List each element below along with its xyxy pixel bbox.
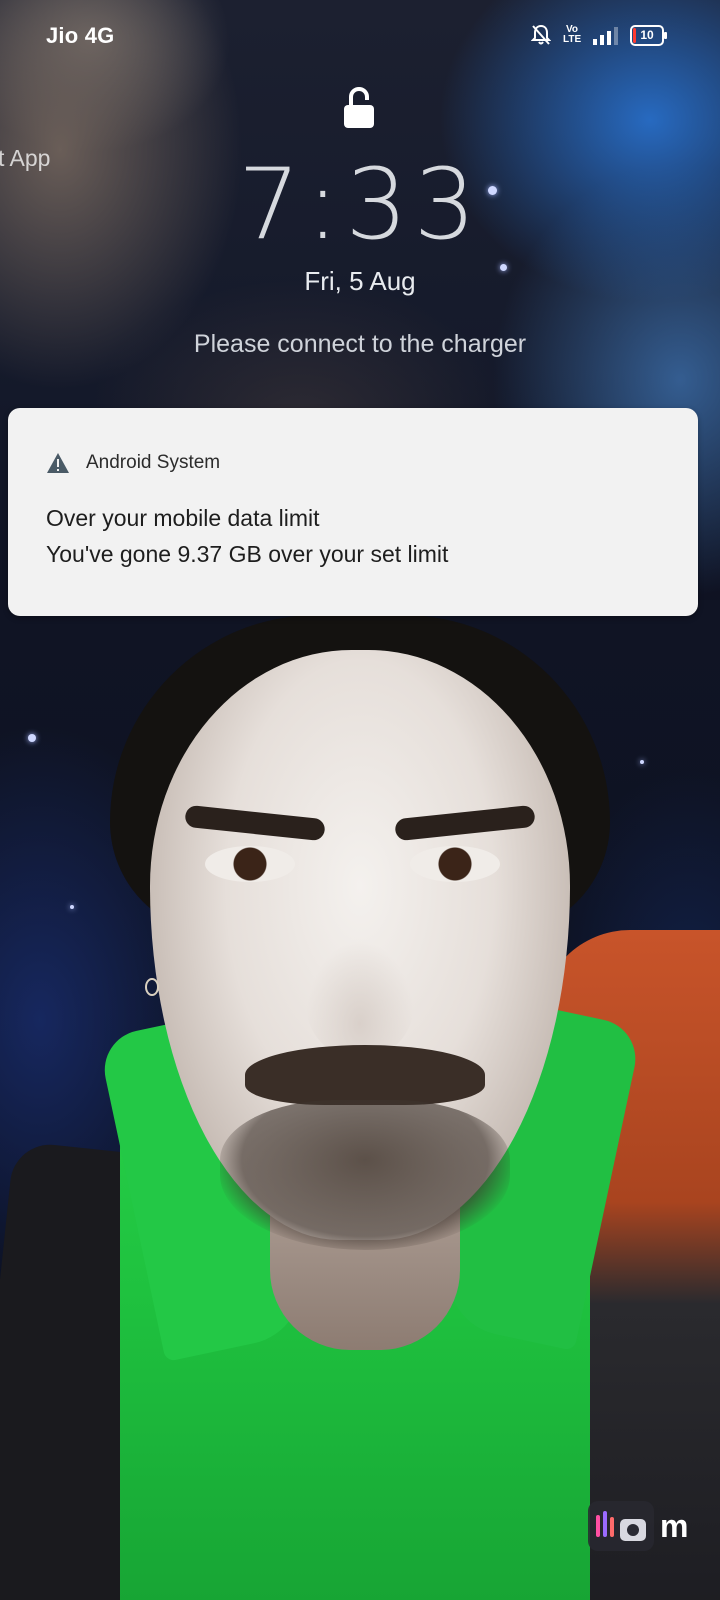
portrait-eye-right: [410, 846, 500, 882]
status-icons: Vo LTE 10: [531, 24, 667, 46]
charger-message: Please connect to the charger: [193, 330, 527, 358]
battery-level-fill: [633, 27, 636, 43]
portrait-mustache: [245, 1045, 485, 1105]
battery-percentage: 10: [640, 27, 654, 42]
lockscreen-clock: 7:33: [237, 148, 483, 262]
app-watermark: m: [588, 1498, 688, 1554]
battery-icon: 10: [630, 24, 667, 46]
mute-bell-icon: [531, 24, 551, 45]
portrait-beard: [220, 1100, 510, 1250]
star-dot: [28, 734, 36, 742]
portrait-earring: [145, 978, 159, 996]
watermark-logo-icon: [588, 1501, 654, 1551]
volte-icon: Vo LTE: [563, 24, 582, 45]
portrait-nose: [305, 940, 415, 1060]
carrier-label: Jio 4G: [46, 23, 115, 48]
status-bar: Jio 4G Vo LTE 10: [0, 0, 720, 72]
warning-icon: [47, 453, 69, 473]
watermark-text: m: [660, 1507, 689, 1544]
notification-card[interactable]: Android System Over your mobile data lim…: [8, 408, 698, 616]
signal-icon: [593, 25, 618, 45]
star-dot: [70, 905, 74, 909]
notification-title: Over your mobile data limit: [46, 505, 320, 531]
notification-app-name: Android System: [86, 452, 221, 473]
star-dot: [640, 760, 644, 764]
unlock-icon[interactable]: [342, 86, 376, 130]
notification-body: You've gone 9.37 GB over your set limit: [46, 541, 449, 567]
lockscreen-date: Fri, 5 Aug: [304, 266, 416, 296]
portrait-eye-left: [205, 846, 295, 882]
notification-header: Android System: [46, 452, 220, 474]
